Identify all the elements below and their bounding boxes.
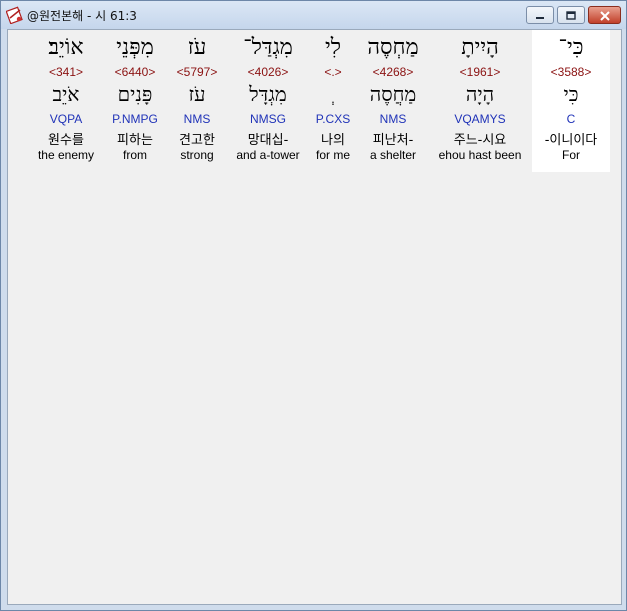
title-bar[interactable]: @원전본해 - 시 61:3 [1, 1, 626, 29]
strong-number: <341> [48, 65, 84, 79]
english-gloss: the enemy [37, 148, 95, 162]
interlinear-pane[interactable]: כִּי־ <3588> כִּי C -이니이다 For הָיִיתָ <1961> הָי… [7, 29, 622, 605]
word-column[interactable]: הָיִיתָ <1961> הָיָה VQAMYS 주느-시요 ehou hast b… [439, 30, 522, 172]
close-icon [599, 6, 611, 25]
app-window: @원전본해 - 시 61:3 כִּי־ <3588> כִּי C -이니이다 For ה… [0, 0, 627, 611]
lemma-word: אֹיֵב [52, 82, 80, 106]
maximize-icon [565, 6, 577, 25]
hebrew-word: אוֹיֵב׃ [48, 35, 84, 60]
maximize-button[interactable] [557, 6, 585, 24]
bible-book-icon[interactable] [5, 6, 24, 25]
minimize-button[interactable] [526, 6, 554, 24]
window-title: @원전본해 - 시 61:3 [27, 9, 137, 23]
close-button[interactable] [588, 6, 621, 24]
word-column[interactable]: אוֹיֵב׃ <341> אֹיֵב VQPA 원수를 the enemy [36, 30, 96, 172]
korean-gloss: 원수를 [48, 133, 84, 148]
word-column[interactable]: כִּי־ <3588> כִּי C -이니이다 For [532, 30, 610, 172]
verse-row: כִּי־ <3588> כִּי C -이니이다 For הָיִיתָ <1961> הָי… [8, 30, 621, 175]
parse-code: VQPA [49, 112, 83, 126]
minimize-icon [534, 6, 546, 25]
